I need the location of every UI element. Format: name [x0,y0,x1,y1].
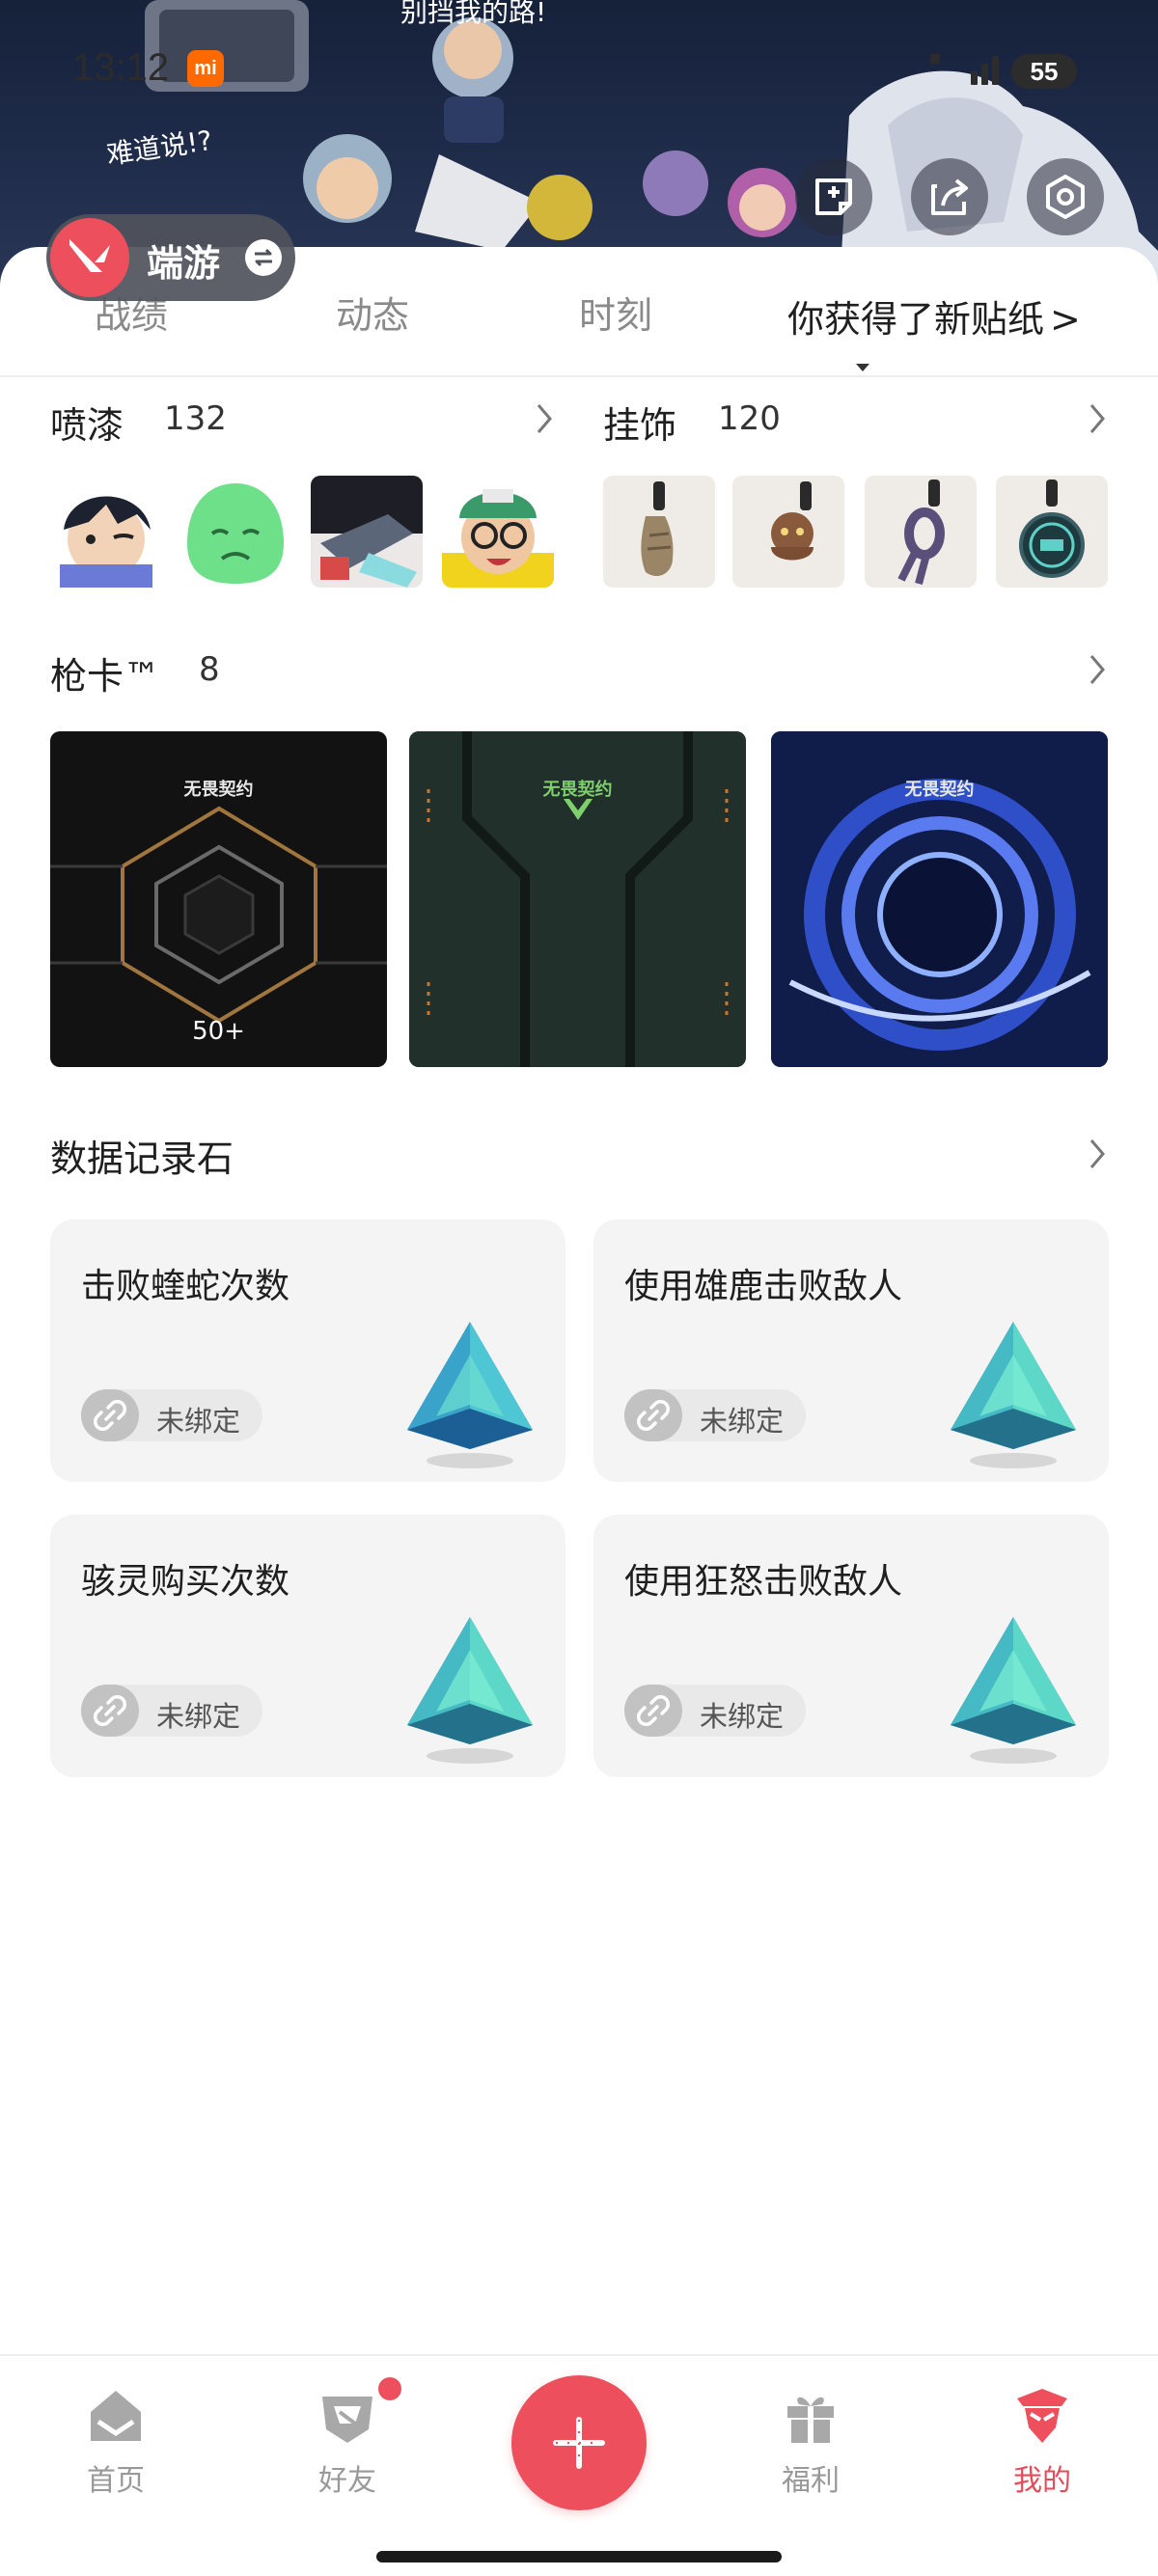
share-icon [931,178,968,215]
gun-card-2[interactable]: 无畏契约 [409,731,746,1067]
nav-home[interactable]: 首页 [58,2385,174,2499]
spray-thumb-2[interactable] [179,476,291,588]
charm-hand-icon [641,481,674,577]
sticker-text-1: 别挡我的路! [400,0,546,28]
link-icon [81,1685,139,1737]
data-stones-more-chevron-icon[interactable] [1086,1137,1109,1171]
spray-thumb-4[interactable] [442,476,554,588]
unbound-badge[interactable]: 未绑定 [81,1389,262,1441]
tab-indicator [856,364,869,371]
sprays-title: 喷漆 [50,404,124,447]
spray-thumb-1[interactable] [50,476,162,588]
charm-medal-icon [1019,480,1085,578]
link-icon [624,1685,682,1737]
battery-indicator: 55 [1011,54,1077,89]
notification-dot [378,2377,401,2400]
gun-card-1-caption: 50+ [192,1017,245,1046]
charms-more-chevron-icon[interactable] [1086,401,1109,436]
charms-title: 挂饰 [603,404,677,447]
home-indicator[interactable] [376,2551,782,2562]
gun-card-1-brand: 无畏契约 [183,780,254,800]
unbound-badge[interactable]: 未绑定 [81,1685,262,1737]
data-stone-card[interactable]: 骇灵购买次数 未绑定 [50,1515,565,1777]
sprays-count: 132 [164,399,227,438]
stone-title: 骇灵购买次数 [81,1562,290,1602]
tab-activity[interactable]: 动态 [336,286,409,339]
gun-cards-count: 8 [199,650,220,689]
chevron-right-icon: > [1050,298,1081,341]
signal-icon [930,54,999,85]
swap-icon [245,239,282,276]
gun-card-2-brand: 无畏契约 [542,780,613,800]
spray-slime-icon [187,483,284,584]
settings-icon [1046,175,1085,219]
spray-thumb-3[interactable] [311,476,423,588]
create-post-button[interactable] [511,2375,647,2510]
spray-weapon-icon [311,476,423,588]
pyramid-crystal-icon [407,1617,533,1764]
nav-welfare-label: 福利 [782,2464,840,2498]
charm-thumb-2[interactable] [732,476,844,588]
share-button[interactable] [911,158,988,235]
unbound-badge[interactable]: 未绑定 [624,1389,806,1441]
charm-creature-icon [771,481,813,561]
nav-me-label: 我的 [1013,2464,1071,2498]
data-stone-card[interactable]: 使用雄鹿击败敌人 未绑定 [593,1219,1109,1482]
nav-welfare[interactable]: 福利 [753,2385,868,2499]
nav-friends[interactable]: 好友 [290,2385,405,2499]
gun-cards-more-chevron-icon[interactable] [1086,652,1109,687]
charm-thumb-4[interactable] [996,476,1108,588]
link-icon [624,1389,682,1441]
stone-title: 使用雄鹿击败敌人 [624,1267,903,1306]
spray-character-icon [60,496,152,588]
add-sticker-button[interactable] [795,158,872,235]
charm-braid-icon [897,480,945,586]
data-stone-card[interactable]: 击败蝰蛇次数 未绑定 [50,1219,565,1482]
gun-card-3-brand: 无畏契约 [904,780,975,800]
mi-app-icon: mi [187,50,224,87]
unbound-label: 未绑定 [700,1405,785,1438]
gun-cards-title: 枪卡™ [50,655,161,698]
gift-icon [787,2397,834,2443]
spray-killjoy-icon [442,489,554,588]
new-sticker-banner[interactable]: 你获得了新贴纸 > [787,289,1081,343]
settings-button[interactable] [1027,158,1104,235]
charm-thumb-1[interactable] [603,476,715,588]
unbound-label: 未绑定 [156,1405,241,1438]
pyramid-crystal-icon [951,1322,1076,1468]
nav-home-label: 首页 [87,2464,145,2498]
gun-card-1[interactable]: 无畏契约 50+ [50,731,387,1067]
unbound-label: 未绑定 [156,1700,241,1733]
nav-me[interactable]: 我的 [984,2385,1100,2499]
game-switcher[interactable]: 端游 [46,214,295,301]
stone-title: 使用狂怒击败敌人 [624,1562,903,1602]
status-bar: 13:12 mi 55 [0,39,1158,96]
pyramid-crystal-icon [407,1322,533,1468]
nav-friends-label: 好友 [318,2464,376,2498]
status-time: 13:12 [72,46,170,89]
friends-icon [322,2397,372,2443]
unbound-badge[interactable]: 未绑定 [624,1685,806,1737]
pyramid-crystal-icon [951,1617,1076,1764]
sprays-more-chevron-icon[interactable] [533,401,556,436]
gun-card-3[interactable]: 无畏契约 [771,731,1108,1067]
unbound-label: 未绑定 [700,1700,785,1733]
data-stone-card[interactable]: 使用狂怒击败敌人 未绑定 [593,1515,1109,1777]
new-sticker-label: 你获得了新贴纸 [787,298,1045,341]
profile-content: 战绩 动态 时刻 你获得了新贴纸 > 喷漆 132 挂饰 120 枪卡™ 8 无… [0,247,1158,2576]
game-name: 端游 [147,242,221,285]
plus-icon [553,2417,605,2469]
bottom-navigation: 首页 好友 福利 我的 [0,2354,1158,2576]
data-stones-title: 数据记录石 [50,1137,234,1180]
sticker-text-2: 难道说!? [104,124,214,171]
sticker-add-icon [815,178,852,215]
charms-count: 120 [718,399,781,438]
link-icon [81,1389,139,1441]
tab-moments[interactable]: 时刻 [579,286,652,339]
stone-title: 击败蝰蛇次数 [81,1267,290,1306]
profile-agent-icon [1017,2389,1067,2443]
charm-thumb-3[interactable] [865,476,977,588]
valorant-logo-icon [50,218,129,297]
home-icon [91,2391,141,2441]
